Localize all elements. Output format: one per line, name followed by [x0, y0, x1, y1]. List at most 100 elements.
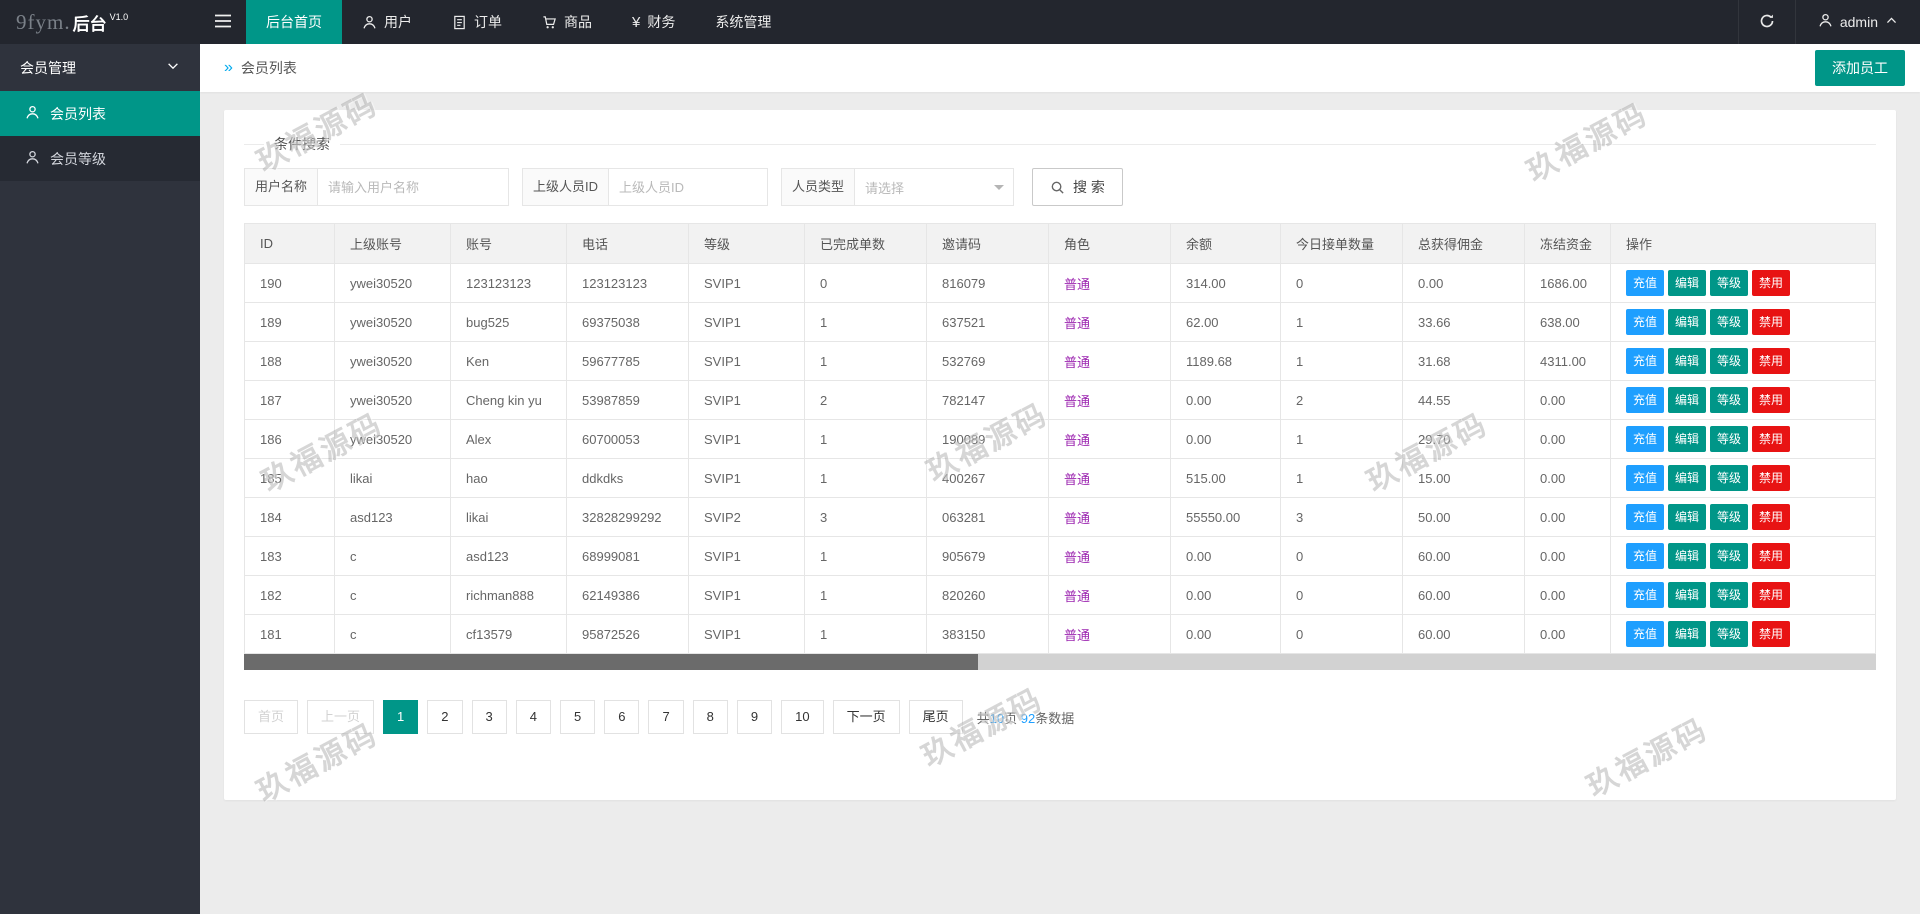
recharge-button[interactable]: 充值 — [1626, 348, 1665, 374]
role-link[interactable]: 普通 — [1064, 589, 1090, 604]
role-link[interactable]: 普通 — [1064, 433, 1090, 448]
sidebar-group-member-management[interactable]: 会员管理 — [0, 44, 200, 91]
user-menu[interactable]: admin — [1796, 0, 1920, 44]
nav-item-home[interactable]: 后台首页 — [246, 0, 342, 44]
recharge-button[interactable]: 充值 — [1626, 387, 1665, 413]
add-staff-button[interactable]: 添加员工 — [1815, 50, 1905, 86]
table-cell: 53987859 — [566, 380, 689, 420]
table-cell: 2 — [1280, 380, 1403, 420]
table-cell: 190089 — [926, 419, 1049, 459]
page-number-button[interactable]: 3 — [471, 700, 507, 734]
role-link[interactable]: 普通 — [1064, 511, 1090, 526]
page-number-button[interactable]: 10 — [781, 700, 824, 734]
level-button[interactable]: 等级 — [1710, 543, 1749, 569]
disable-button[interactable]: 禁用 — [1752, 426, 1791, 452]
table-cell: SVIP1 — [688, 536, 805, 576]
disable-button[interactable]: 禁用 — [1752, 270, 1791, 296]
role-link[interactable]: 普通 — [1064, 277, 1090, 292]
nav-item-system[interactable]: 系统管理 — [695, 0, 791, 44]
level-button[interactable]: 等级 — [1710, 270, 1749, 296]
edit-button[interactable]: 编辑 — [1668, 270, 1707, 296]
search-field-label: 上级人员ID — [522, 168, 610, 206]
page-next-button[interactable]: 下一页 — [832, 700, 900, 734]
disable-button[interactable]: 禁用 — [1752, 465, 1791, 491]
edit-button[interactable]: 编辑 — [1668, 465, 1707, 491]
level-button[interactable]: 等级 — [1710, 426, 1749, 452]
page-number-button[interactable]: 7 — [648, 700, 684, 734]
disable-button[interactable]: 禁用 — [1752, 309, 1791, 335]
search-button[interactable]: 搜 索 — [1032, 168, 1123, 206]
role-link[interactable]: 普通 — [1064, 550, 1090, 565]
parent-id-input[interactable] — [608, 168, 769, 206]
role-link[interactable]: 普通 — [1064, 394, 1090, 409]
username-input[interactable] — [317, 168, 510, 206]
sidebar-item-member-level[interactable]: 会员等级 — [0, 136, 200, 181]
edit-button[interactable]: 编辑 — [1668, 348, 1707, 374]
role-link[interactable]: 普通 — [1064, 355, 1090, 370]
level-button[interactable]: 等级 — [1710, 465, 1749, 491]
page-number-button[interactable]: 2 — [427, 700, 463, 734]
scrollbar-thumb[interactable] — [244, 654, 979, 670]
level-button[interactable]: 等级 — [1710, 621, 1749, 647]
role-link[interactable]: 普通 — [1064, 628, 1090, 643]
edit-button[interactable]: 编辑 — [1668, 387, 1707, 413]
page-number-button[interactable]: 1 — [383, 700, 419, 734]
role-link[interactable]: 普通 — [1064, 472, 1090, 487]
content-card: 条件搜索 用户名称上级人员ID人员类型请选择搜 索 ID上级账号账号电话等级已完… — [224, 110, 1896, 800]
menu-toggle-button[interactable] — [200, 0, 246, 44]
recharge-button[interactable]: 充值 — [1626, 309, 1665, 335]
actions-cell: 充值 编辑 等级 禁用 — [1610, 419, 1876, 459]
page-number-button[interactable]: 5 — [559, 700, 596, 734]
level-button[interactable]: 等级 — [1710, 582, 1749, 608]
recharge-button[interactable]: 充值 — [1626, 621, 1665, 647]
page-last-button[interactable]: 尾页 — [908, 700, 963, 734]
role-link[interactable]: 普通 — [1064, 316, 1090, 331]
level-button[interactable]: 等级 — [1710, 387, 1749, 413]
horizontal-scrollbar[interactable] — [244, 654, 1876, 670]
disable-button[interactable]: 禁用 — [1752, 504, 1791, 530]
recharge-button[interactable]: 充值 — [1626, 582, 1665, 608]
page-number-button[interactable]: 9 — [736, 700, 773, 734]
refresh-button[interactable] — [1737, 0, 1796, 44]
nav-item-label: 订单 — [474, 14, 502, 30]
recharge-button[interactable]: 充值 — [1626, 504, 1665, 530]
table-cell: 3 — [1280, 497, 1403, 537]
edit-button[interactable]: 编辑 — [1668, 309, 1707, 335]
level-button[interactable]: 等级 — [1710, 309, 1749, 335]
disable-button[interactable]: 禁用 — [1752, 543, 1791, 569]
nav-item-users[interactable]: 用户 — [342, 0, 432, 44]
edit-button[interactable]: 编辑 — [1668, 543, 1707, 569]
nav-item-finance[interactable]: ¥ 财务 — [612, 0, 695, 44]
disable-button[interactable]: 禁用 — [1752, 621, 1791, 647]
table-cell: 0 — [804, 263, 927, 303]
page-number-button[interactable]: 8 — [692, 700, 728, 734]
level-button[interactable]: 等级 — [1710, 348, 1749, 374]
nav-item-label: 财务 — [647, 14, 676, 30]
recharge-button[interactable]: 充值 — [1626, 543, 1665, 569]
caret-down-icon — [994, 185, 1005, 195]
table-cell: SVIP1 — [688, 302, 805, 342]
edit-button[interactable]: 编辑 — [1668, 582, 1707, 608]
page-number-button[interactable]: 6 — [604, 700, 640, 734]
disable-button[interactable]: 禁用 — [1752, 348, 1791, 374]
disable-button[interactable]: 禁用 — [1752, 582, 1791, 608]
edit-button[interactable]: 编辑 — [1668, 426, 1707, 452]
edit-button[interactable]: 编辑 — [1668, 504, 1707, 530]
search-field-label: 人员类型 — [781, 168, 856, 206]
disable-button[interactable]: 禁用 — [1752, 387, 1791, 413]
table-cell: ywei30520 — [334, 380, 451, 420]
table-cell: Alex — [450, 419, 567, 459]
recharge-button[interactable]: 充值 — [1626, 270, 1665, 296]
recharge-button[interactable]: 充值 — [1626, 426, 1665, 452]
page-number-button[interactable]: 4 — [515, 700, 551, 734]
table-cell: SVIP1 — [688, 458, 805, 498]
table-cell: 0.00 — [1170, 536, 1281, 576]
person-type-select[interactable]: 请选择 — [854, 168, 1015, 206]
search-fieldset: 条件搜索 — [244, 134, 1876, 154]
edit-button[interactable]: 编辑 — [1668, 621, 1707, 647]
level-button[interactable]: 等级 — [1710, 504, 1749, 530]
nav-item-orders[interactable]: 订单 — [432, 0, 522, 44]
sidebar-item-member-list[interactable]: 会员列表 — [0, 91, 200, 136]
recharge-button[interactable]: 充值 — [1626, 465, 1665, 491]
nav-item-goods[interactable]: 商品 — [522, 0, 612, 44]
